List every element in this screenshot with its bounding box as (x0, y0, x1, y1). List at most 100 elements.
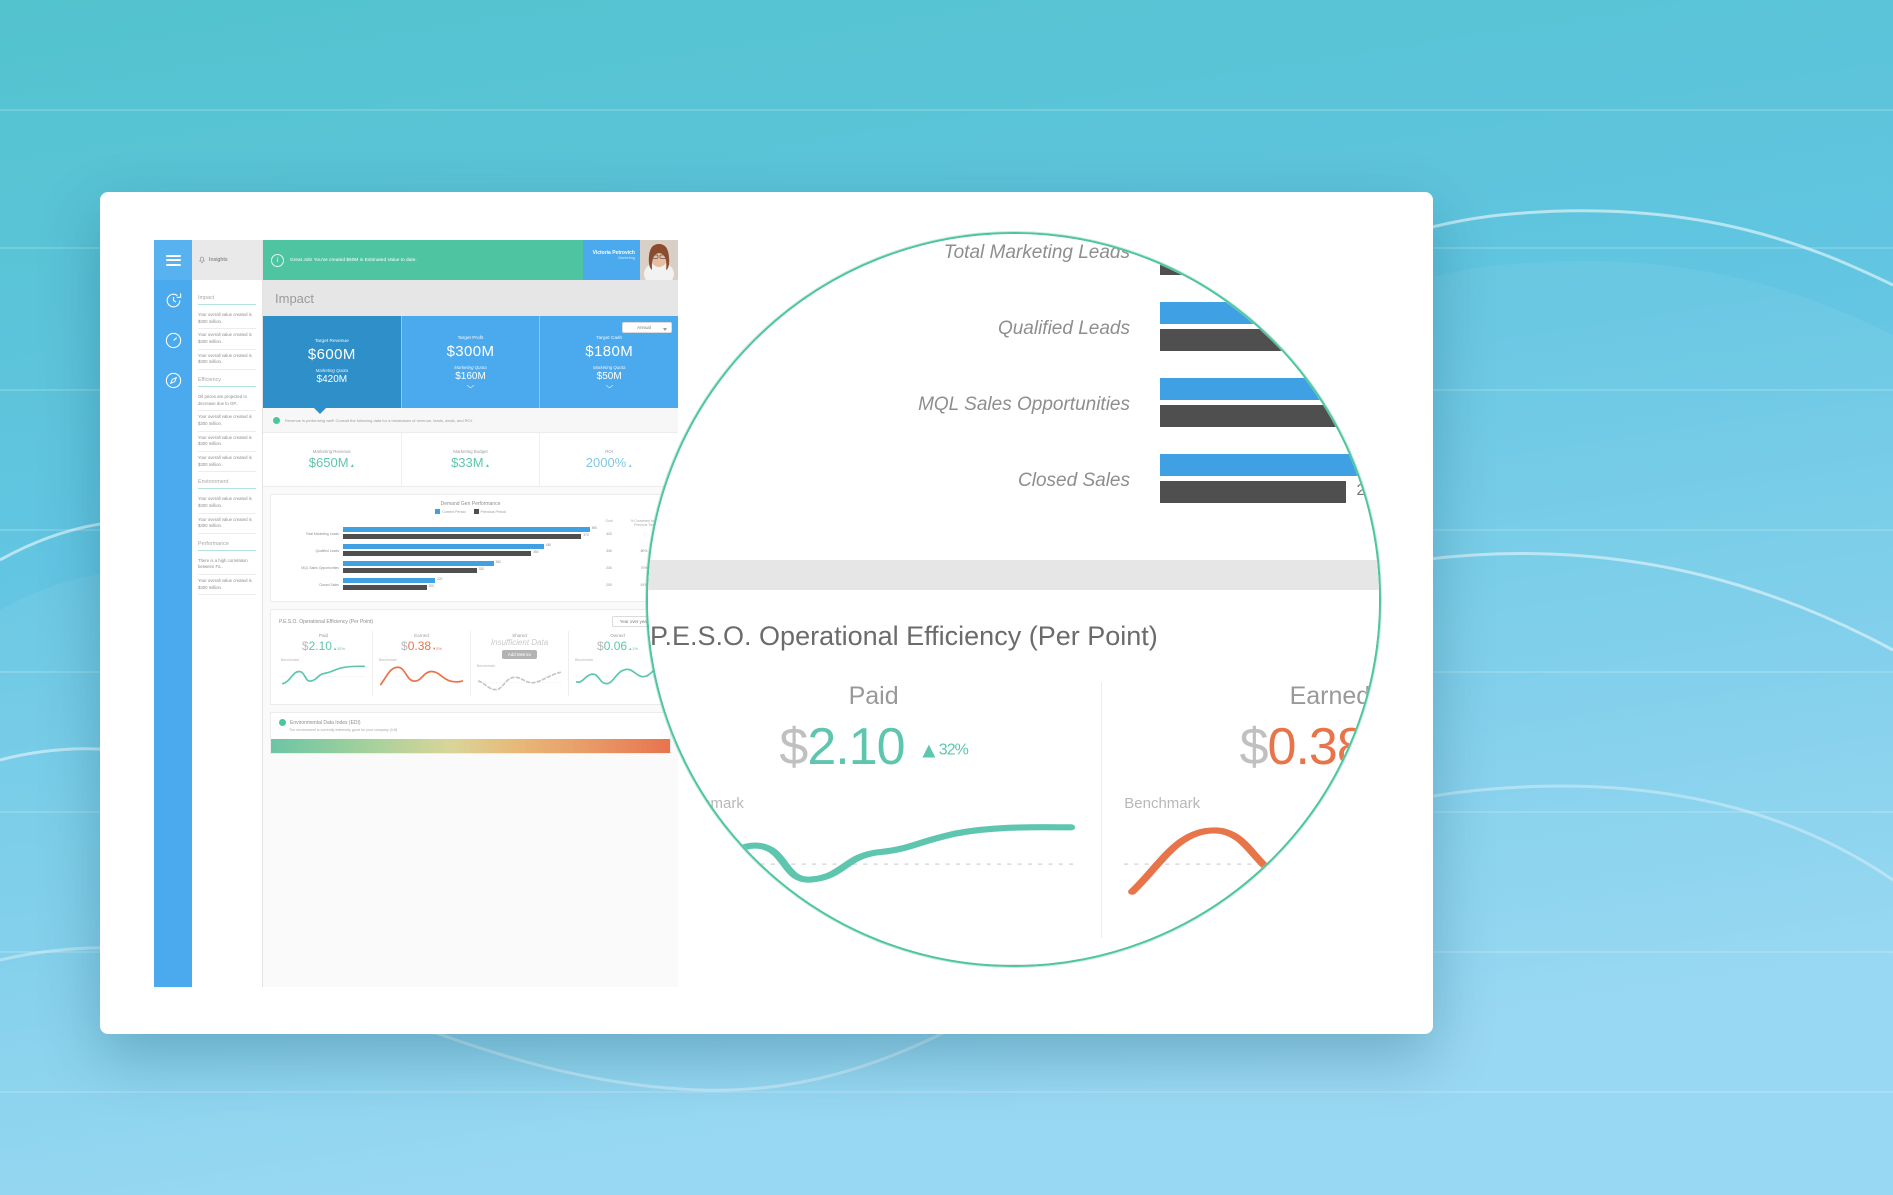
magnified-table-row: Qualified Leads48045034080% (648, 302, 1379, 356)
magnified-bar-previous: 450 (1160, 329, 1379, 351)
peso-cell: Paid $2.10 ▲32% Benchmark (275, 631, 373, 696)
peso-cell: Earned $0.38 ▼2% Benchmark (373, 631, 471, 696)
bar-category-label: Closed Sales (319, 582, 339, 587)
divider (198, 304, 256, 305)
goal-value: 420 (606, 531, 612, 536)
goal-value: 340 (606, 548, 612, 553)
kpi-tile[interactable]: Target Revenue $600M Marketing Quota $420M (263, 316, 401, 414)
bar-pair: 360 320 (343, 560, 594, 574)
magnified-table-row: Total Marketing Leads590570420- (648, 234, 1379, 280)
peso-card: P.E.S.O. Operational Efficiency (Per Poi… (270, 609, 671, 705)
divider (198, 549, 256, 551)
col-goal-header: Goal (605, 519, 613, 523)
insights-section-title: Environment (198, 479, 229, 486)
clock-refresh-icon (166, 292, 181, 307)
magnified-peso-title: P.E.S.O. Operational Efficiency (Per Poi… (650, 620, 1158, 651)
magnified-peso-delta: ▲32% (905, 718, 969, 776)
magnified-peso-label: Paid (848, 682, 899, 710)
demand-gen-card: Demand Gen Performance Current Period Pre… (270, 494, 671, 602)
chart-legend: Current Period Previous Period (271, 509, 670, 517)
edi-card: Environmental Data Index (EDI) The envir… (270, 712, 671, 755)
metrics-row: Marketing Revenue $650M ▲ Marketing Budget… (263, 433, 678, 487)
nav-item-history[interactable] (154, 280, 192, 320)
add-metrics-button[interactable]: Add Metrics (501, 650, 538, 659)
magnified-peso-label: Earned (1289, 682, 1371, 710)
bar-current-value: 590 (591, 526, 598, 530)
insight-item[interactable]: There is a high correlation between Fa.. (198, 555, 256, 576)
peso-header: P.E.S.O. Operational Efficiency (Per Poi… (271, 610, 670, 627)
peso-label: Earned (414, 633, 429, 638)
insight-item[interactable]: Your overall value created is $300 milli… (198, 350, 256, 370)
legend-swatch (435, 509, 441, 514)
magnified-bar-category-label: Qualified Leads (997, 318, 1130, 339)
selected-tile-caret (313, 407, 327, 414)
kpi-tile[interactable]: Target Profit $300M Marketing Quota $160M (400, 316, 540, 408)
bar-pair: 590 570 (343, 526, 597, 540)
divider (198, 488, 256, 490)
sparkline (1124, 827, 1379, 895)
metric-label: ROI (605, 449, 614, 454)
magnified-peso-value: $2.10 ▲32% (668, 717, 1079, 777)
chevron-down-icon[interactable] (605, 384, 614, 389)
kpi-sub-value: $420M (316, 374, 348, 385)
currency-symbol: $ (401, 639, 408, 653)
insight-item[interactable]: Your overall value created is $300 milli… (198, 514, 256, 534)
magnified-content: Total Marketing Leads590570420- Qualified… (648, 234, 1379, 965)
kpi-sub-value: $160M (455, 370, 486, 382)
status-dot (273, 416, 280, 424)
insight-item[interactable]: Your overall value created is $300 milli… (198, 309, 256, 330)
bar-previous: 320 (343, 567, 484, 573)
magnified-table-row: MQL Sales Opportunities36032023070% (648, 378, 1379, 432)
kpi-value: $180M (585, 342, 634, 360)
insight-item[interactable]: Oil prices are projected to decrease due… (198, 391, 256, 412)
hamburger-menu-button[interactable] (154, 240, 192, 280)
magnified-benchmark-label: Benchmark (1124, 795, 1201, 812)
insight-item[interactable]: Your overall value created is $300 milli… (198, 493, 256, 514)
magnified-table-row: Closed Sales22020020061% (648, 454, 1379, 508)
insights-section-title: Performance (198, 540, 229, 547)
goal-value: 230 (606, 565, 612, 570)
dashboard: Insights Impact Your overall value create… (154, 240, 678, 987)
insight-item[interactable]: Your overall value created is $300 milli… (198, 432, 256, 452)
insight-item[interactable]: Your overall value created is $300 milli… (198, 452, 256, 473)
magnified-bar-previous: 200 (1160, 481, 1379, 503)
bar-category-label: MQL Sales Opportunities (301, 565, 339, 570)
magnified-peso-number: 0.38 (1267, 718, 1366, 776)
edi-title: Environmental Data Index (EDI) (290, 719, 361, 726)
chevron-down-icon[interactable] (466, 384, 475, 389)
magnified-peso-grid: Paid $2.10 ▲32% Benchmark Earned $0.38 ▼2% Be… (648, 656, 1379, 938)
peso-label: Paid (318, 633, 329, 638)
edi-status-dot (279, 719, 286, 726)
peso-delta: ▲32% (332, 646, 345, 651)
kpi-label: Target Profit (457, 335, 484, 341)
magnified-peso-cell: Paid $2.10 ▲32% Benchmark (648, 682, 1103, 938)
trend-up-icon: ▲ (626, 463, 633, 469)
bar-current: 590 (343, 526, 597, 532)
edi-description: The environment is currently extremely g… (289, 728, 399, 732)
insight-item[interactable]: Your overall value created is $300 milli… (198, 575, 256, 596)
peso-percent: 32% (337, 646, 346, 651)
metric-number: 2000% (585, 455, 627, 470)
nav-item-explore[interactable] (154, 360, 192, 400)
insight-item[interactable]: Your overall value created is $300 milli… (198, 329, 256, 350)
magnified-bar-current: 360 (1160, 378, 1379, 400)
bar-category-label: Total Marketing Leads (305, 531, 339, 536)
peso-percent: 1% (632, 646, 638, 651)
table-row: Total Marketing Leads 590 570 420- (277, 526, 664, 540)
bar-current-value: 360 (495, 560, 501, 564)
magnified-peso-percent: 32% (938, 741, 969, 759)
magnified-bar-current: 220 (1160, 454, 1379, 476)
bar-previous-value: 450 (533, 549, 539, 554)
kpi-sub-value: $50M (596, 370, 622, 382)
peso-delta: ▼2% (431, 646, 442, 651)
kpi-label: Target Cash (596, 335, 623, 341)
nav-item-performance[interactable] (154, 320, 192, 360)
bar-previous-value: 570 (583, 532, 589, 537)
demand-gen-chart: Goal % Converted from Previous Tier Tota… (271, 517, 670, 601)
peso-value: $0.38 ▼2% (379, 639, 464, 653)
legend-label: Current Period (442, 509, 466, 514)
bar-current-value: 220 (437, 577, 443, 581)
bar-pair: 480 450 (343, 543, 594, 557)
peso-delta: ▲1% (627, 646, 638, 651)
insight-item[interactable]: Your overall value created is $300 milli… (198, 411, 256, 432)
